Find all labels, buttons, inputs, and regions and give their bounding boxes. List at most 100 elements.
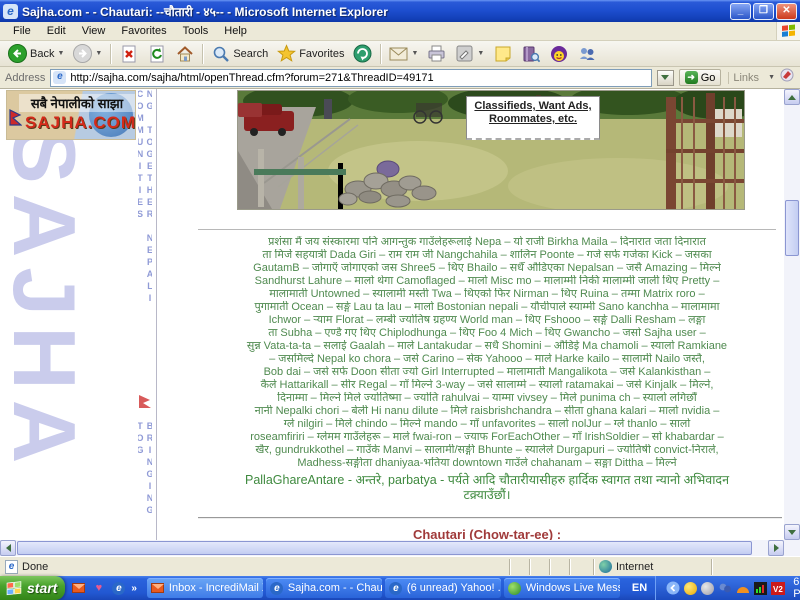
menu-file[interactable]: File	[6, 24, 38, 38]
address-dropdown-button[interactable]	[657, 70, 674, 86]
refresh-button[interactable]	[143, 42, 170, 66]
scroll-right-button[interactable]	[768, 540, 784, 556]
snagit-icon[interactable]	[780, 68, 795, 87]
nepal-flag-icon	[9, 109, 22, 132]
back-dropdown-icon[interactable]: ▼	[57, 50, 64, 57]
back-icon	[8, 44, 27, 63]
vertical-scroll-thumb[interactable]	[785, 200, 799, 256]
address-url: http://sajha.com/sajha/html/openThread.c…	[70, 72, 433, 84]
edit-button[interactable]: ▼	[451, 42, 488, 66]
tray-user-icon[interactable]	[701, 581, 714, 595]
task-yahoo[interactable]: e (6 unread) Yahoo! ...	[385, 578, 501, 598]
go-button[interactable]: ➜ Go	[679, 69, 722, 86]
close-button[interactable]: ✕	[776, 3, 797, 20]
heart-quicklaunch-icon[interactable]: ♥	[91, 581, 106, 595]
welcome-line: – जसमिल्दे Nepal ko chora – जसे Carino –…	[198, 353, 776, 366]
incredimail-quicklaunch-icon[interactable]	[71, 581, 86, 595]
tray-smiley-icon[interactable]	[684, 581, 697, 595]
welcome-line: ता Subha – एण्डै गए थिए Chiplodhunga – थ…	[198, 327, 776, 340]
forward-button[interactable]: ▼	[69, 42, 106, 66]
welcome-line: कैले Hattarikall – सीर Regal – गाँ मिल्न…	[198, 379, 776, 392]
discuss-note-icon	[493, 44, 512, 63]
scroll-up-button[interactable]	[784, 89, 800, 105]
nepal-flag-small-icon	[138, 394, 152, 415]
tray-shield-icon[interactable]	[736, 581, 750, 595]
menu-view[interactable]: View	[75, 24, 113, 38]
welcome-line: नानी Nepalki chori – बेली Hi nanu dilute…	[198, 405, 776, 418]
home-button[interactable]	[171, 42, 198, 66]
welcome-line: दिनाम्मा – मिल्ने मिले ज्योतिष्मा – ज्यो…	[198, 392, 776, 405]
tray-meter-icon[interactable]	[754, 581, 767, 595]
task-messenger[interactable]: Windows Live Mess...	[504, 578, 620, 598]
language-indicator[interactable]: EN	[624, 582, 655, 594]
menu-favorites[interactable]: Favorites	[114, 24, 173, 38]
favorites-button[interactable]: Favorites	[273, 42, 348, 66]
minimize-button[interactable]: _	[730, 3, 751, 20]
forward-icon	[73, 44, 92, 63]
research-button[interactable]	[517, 42, 544, 66]
classifieds-banner-link[interactable]: Classifieds, Want Ads, Roommates, etc.	[466, 96, 600, 140]
welcome-footer-line2: टक्र्याउँछौं।	[198, 488, 776, 503]
welcome-footer-line1: PallaGhareAntare - अन्तरे, parbatya - पर…	[198, 473, 776, 488]
welcome-line: Madhess-सङ्गीता dhaniyaa-भतिया downtown …	[198, 457, 776, 470]
quicklaunch-overflow-chevron[interactable]: »	[131, 583, 137, 594]
system-tray: V2 6:00 PM	[655, 576, 800, 600]
tray-collapse-chevron[interactable]	[666, 581, 680, 595]
menu-edit[interactable]: Edit	[40, 24, 73, 38]
tray-messenger-icon[interactable]	[718, 581, 732, 595]
page-status-icon: e	[5, 560, 18, 574]
mail-icon	[389, 44, 408, 63]
sajha-logo[interactable]: सबै नेपालीको साझा SAJHA.COM	[6, 90, 136, 140]
tray-antivirus-icon[interactable]: V2	[771, 581, 785, 595]
welcome-line: Ichwor – र्‍याम Florat – लम्बी ज्योतिष ग…	[198, 314, 776, 327]
sajha-watermark: SAJHA	[0, 125, 88, 537]
edit-icon	[455, 44, 474, 63]
menu-help[interactable]: Help	[217, 24, 254, 38]
maximize-button[interactable]: ❐	[753, 3, 774, 20]
go-label: Go	[701, 72, 716, 84]
messenger-button[interactable]	[573, 42, 600, 66]
internet-zone-label: Internet	[616, 561, 653, 573]
horizontal-scrollbar[interactable]	[0, 540, 784, 556]
edit-dropdown-icon[interactable]: ▼	[477, 50, 484, 57]
clock[interactable]: 6:00 PM	[789, 576, 800, 600]
section-title: Chautari (Chow-tar-ee) :	[198, 527, 776, 540]
windows-logo-icon	[776, 22, 800, 40]
stop-button[interactable]	[115, 42, 142, 66]
menu-tools[interactable]: Tools	[176, 24, 216, 38]
search-label: Search	[233, 48, 268, 60]
ie-window-icon: e	[3, 4, 18, 19]
menu-bar: File Edit View Favorites Tools Help	[0, 22, 800, 41]
scroll-left-button[interactable]	[0, 540, 16, 556]
search-icon	[211, 44, 230, 63]
start-button[interactable]: start	[0, 576, 65, 600]
page-favicon: e	[53, 71, 66, 84]
ie-quicklaunch-icon[interactable]: e	[111, 581, 126, 595]
research-book-icon	[521, 44, 540, 63]
toolbar: Back ▼ ▼ Search Favorites	[0, 41, 800, 67]
print-icon	[427, 44, 446, 63]
scroll-down-button[interactable]	[784, 524, 800, 540]
vertical-text-bottom: BRINGING TOG	[138, 421, 152, 540]
address-label: Address	[5, 72, 45, 84]
discuss-button[interactable]	[489, 42, 516, 66]
address-input[interactable]: e http://sajha.com/sajha/html/openThread…	[50, 69, 651, 87]
mail-button[interactable]: ▼	[385, 42, 422, 66]
back-button[interactable]: Back ▼	[4, 42, 68, 66]
links-label[interactable]: Links	[728, 72, 763, 84]
welcome-line: roseamfiriri – ग्लेमम गाउँलेहरू – माले f…	[198, 431, 776, 444]
task-sajha[interactable]: e Sajha.com - - Chau...	[266, 578, 382, 598]
horizontal-scroll-thumb[interactable]	[17, 541, 752, 555]
vertical-scrollbar[interactable]	[784, 89, 800, 540]
history-button[interactable]	[349, 42, 376, 66]
search-button[interactable]: Search	[207, 42, 272, 66]
mail-dropdown-icon[interactable]: ▼	[411, 50, 418, 57]
welcome-line: Sandhurst Lahure – मालो थेगा Camoflaged …	[198, 275, 776, 288]
yahoo-messenger-button[interactable]	[545, 42, 572, 66]
print-button[interactable]	[423, 42, 450, 66]
task-incredimail[interactable]: Inbox - IncrediMail Xe	[147, 578, 263, 598]
task-label: (6 unread) Yahoo! ...	[407, 582, 501, 594]
stop-icon	[119, 44, 138, 63]
links-dropdown-icon[interactable]: ▼	[768, 74, 775, 81]
forward-dropdown-icon[interactable]: ▼	[95, 50, 102, 57]
